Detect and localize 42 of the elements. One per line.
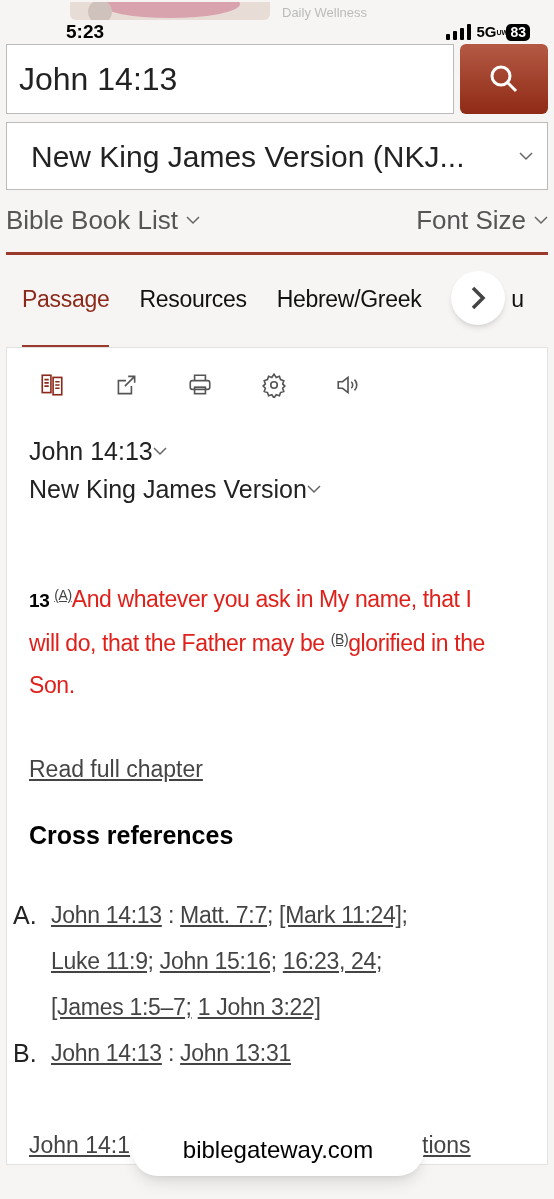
dropdown-toggle[interactable]: Font Size: [416, 200, 548, 240]
separator: :: [167, 1040, 174, 1066]
source-link[interactable]: John 14:13: [51, 902, 162, 928]
settings-icon[interactable]: [261, 372, 287, 398]
dropdown-toggle[interactable]: Bible Book List: [6, 200, 200, 240]
read-full-chapter-link[interactable]: Read full chapter: [29, 752, 525, 787]
verse-text: 13 $^{(A)}$And whatever you ask in My name, that I will do, that the Father may be $^{(B)}$glorified in the Son.: [29, 585, 486, 700]
reference-link[interactable]: Matt. 7:7;: [180, 902, 273, 928]
passage-reference[interactable]: John 14:13: [29, 432, 153, 470]
version-select[interactable]: New King James Version (NKJ...: [6, 122, 548, 190]
parallel-columns-icon[interactable]: [39, 372, 65, 398]
chevron-down-icon: [534, 215, 548, 225]
search-button[interactable]: [460, 44, 548, 114]
status-time: 5:23: [66, 19, 105, 44]
passage-version[interactable]: New King James Version: [29, 470, 307, 508]
reference-link[interactable]: 16:23, 24;: [282, 948, 383, 974]
reference-link[interactable]: [Mark 11:24];: [279, 902, 408, 928]
battery-icon: 83: [506, 23, 530, 41]
reference-link[interactable]: Luke 11:9;: [51, 948, 154, 974]
reference-link[interactable]: John 15:16;: [159, 948, 277, 974]
separator: :: [167, 902, 174, 928]
search-field[interactable]: John 14:13: [6, 44, 454, 114]
chevron-down-icon: [306, 484, 321, 494]
reference-link[interactable]: John 13:31: [180, 1040, 291, 1066]
reference-link[interactable]: [James 1:5–7;: [51, 994, 192, 1020]
list-marker: B.: [13, 1038, 38, 1069]
signal-icon: [446, 24, 473, 40]
tab[interactable]: u: [511, 255, 524, 347]
chevron-down-icon: [519, 151, 533, 161]
cross-references-heading: Cross references: [29, 819, 235, 851]
chevron-down-icon: [186, 215, 200, 225]
reference-link[interactable]: 1 John 3:22]: [197, 994, 321, 1020]
notification-title: Daily Wellness: [282, 6, 367, 20]
tab[interactable]: Hebrew/Greek: [276, 255, 422, 347]
all-translations-link[interactable]: John 14:1: [29, 1128, 131, 1163]
next-button[interactable]: [451, 271, 506, 325]
all-translations-link[interactable]: tions: [422, 1128, 471, 1163]
list-marker: A.: [13, 900, 38, 931]
source-link[interactable]: John 14:13: [51, 1040, 162, 1066]
chevron-right-icon: [469, 285, 488, 311]
chevron-down-icon: [152, 446, 167, 456]
tab[interactable]: Resources: [139, 255, 247, 347]
